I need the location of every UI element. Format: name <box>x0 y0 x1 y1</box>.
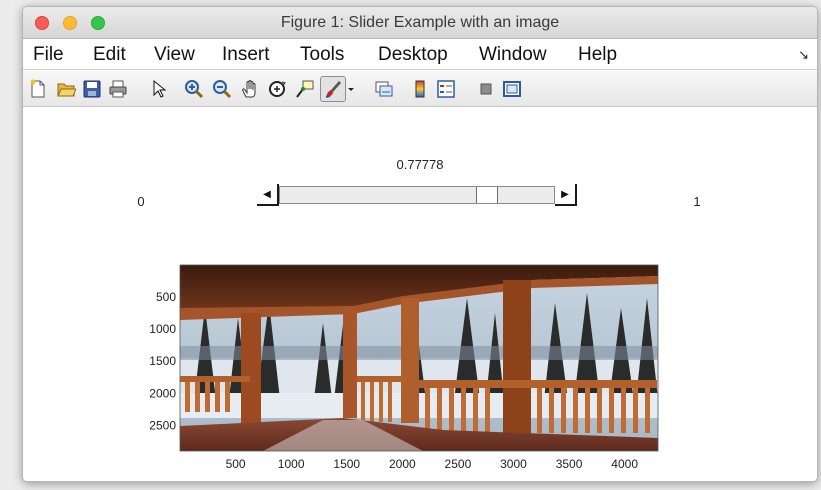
menu-tools[interactable]: Tools <box>300 44 344 66</box>
y-axis-ticks: 500 1000 1500 2000 2500 <box>149 290 176 432</box>
data-cursor-icon[interactable] <box>294 78 316 100</box>
colorbar-icon[interactable] <box>409 78 431 100</box>
zoom-in-icon[interactable] <box>183 78 205 100</box>
new-figure-icon[interactable] <box>27 78 49 100</box>
x-tick-label: 500 <box>226 457 246 471</box>
open-file-icon[interactable] <box>55 78 77 100</box>
hide-plot-tools-icon[interactable] <box>475 78 497 100</box>
x-tick-label: 4000 <box>611 457 638 471</box>
x-tick-label: 3500 <box>556 457 583 471</box>
x-axis-ticks: 500 1000 1500 2000 2500 3000 3500 4000 <box>226 457 639 471</box>
brush-icon[interactable] <box>320 76 346 102</box>
zoom-out-icon[interactable] <box>211 78 233 100</box>
x-tick-label: 2000 <box>389 457 416 471</box>
link-plot-icon[interactable] <box>373 78 395 100</box>
figure-toolbar <box>23 71 817 107</box>
pan-hand-icon[interactable] <box>239 78 261 100</box>
legend-icon[interactable] <box>435 78 457 100</box>
window-title: Figure 1: Slider Example with an image <box>280 14 560 31</box>
porch-photo-image <box>180 265 658 451</box>
x-tick-label: 2500 <box>445 457 472 471</box>
x-tick-label: 1000 <box>278 457 305 471</box>
title-bar[interactable]: Figure 1: Slider Example with an image <box>23 7 817 39</box>
rotate-3d-icon[interactable] <box>266 78 288 100</box>
save-icon[interactable] <box>81 78 103 100</box>
image-axes: 500 1000 1500 2000 2500 500 1000 1500 2000 2500 3… <box>149 264 659 471</box>
menu-file[interactable]: File <box>33 44 64 66</box>
brush-dropdown-icon[interactable] <box>345 78 357 100</box>
dock-arrow-icon[interactable]: ↘ <box>798 47 809 63</box>
pointer-icon[interactable] <box>148 78 170 100</box>
menu-view[interactable]: View <box>154 44 195 66</box>
x-tick-label: 1500 <box>333 457 360 471</box>
figure-canvas: 0.77778 0 1 ◀ ▶ 500 1000 1500 2000 2500 … <box>23 108 817 481</box>
y-tick-label: 1000 <box>149 322 176 336</box>
menu-insert[interactable]: Insert <box>222 44 270 66</box>
y-tick-label: 500 <box>156 290 176 304</box>
menu-window[interactable]: Window <box>479 44 547 66</box>
x-tick-label: 3000 <box>500 457 527 471</box>
y-tick-label: 1500 <box>149 354 176 368</box>
menu-help[interactable]: Help <box>578 44 617 66</box>
y-tick-label: 2000 <box>149 386 176 400</box>
print-icon[interactable] <box>107 78 129 100</box>
figure-window: Figure 1: Slider Example with an image F… <box>22 6 818 482</box>
menu-bar: File Edit View Insert Tools Desktop Wind… <box>23 40 817 70</box>
menu-desktop[interactable]: Desktop <box>378 44 448 66</box>
show-plot-tools-icon[interactable] <box>501 78 523 100</box>
menu-edit[interactable]: Edit <box>93 44 126 66</box>
y-tick-label: 2500 <box>149 418 176 432</box>
